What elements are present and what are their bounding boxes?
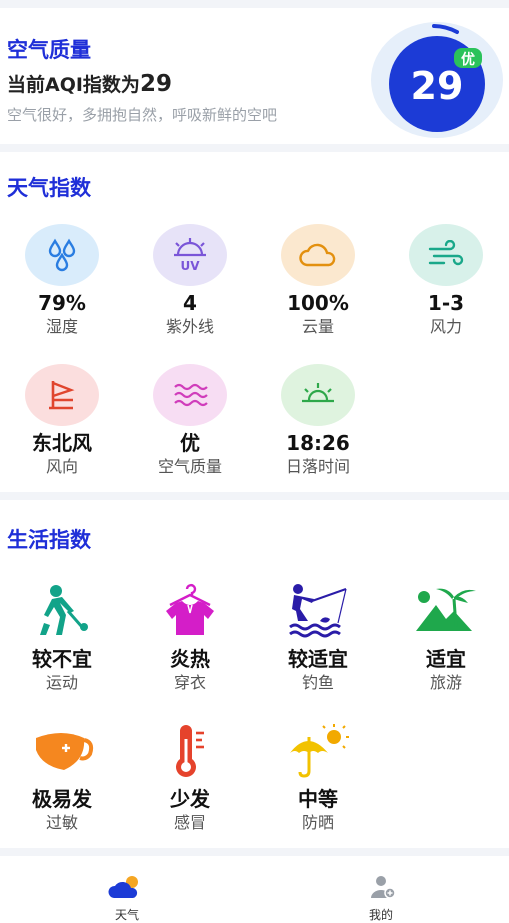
aqi-title: 空气质量 xyxy=(7,38,91,62)
bottom-tab-bar: 天气 我的 xyxy=(0,856,509,923)
wind-direction-value: 东北风 xyxy=(32,431,92,455)
svg-text:UV: UV xyxy=(180,259,200,273)
cloud-label: 云量 xyxy=(301,317,334,336)
dressing-value: 炎热 xyxy=(170,647,210,671)
app-page: 空气质量 当前AQI指数为29 空气很好，多拥抱自然，呼吸新鲜的空吧 29 优 … xyxy=(0,0,509,923)
sunset-icon xyxy=(281,364,355,426)
wind-label: 风力 xyxy=(429,317,462,336)
weather-item-uv[interactable]: UV 4 紫外线 xyxy=(126,224,254,338)
wind-icon xyxy=(409,224,483,286)
cloud-icon xyxy=(281,224,355,286)
sunset-value: 18:26 xyxy=(286,431,350,455)
weather-index-title: 天气指数 xyxy=(7,176,91,200)
weather-item-humidity[interactable]: 79% 湿度 xyxy=(0,224,126,338)
allergy-value: 极易发 xyxy=(32,787,92,811)
sports-value: 较不宜 xyxy=(32,647,92,671)
thermometer-icon xyxy=(153,720,227,782)
tab-weather[interactable]: 天气 xyxy=(0,856,254,923)
life-item-sunscreen[interactable]: 中等 防晒 xyxy=(254,720,382,834)
weather-item-cloud[interactable]: 100% 云量 xyxy=(254,224,382,338)
life-item-cold[interactable]: 少发 感冒 xyxy=(126,720,254,834)
cold-value: 少发 xyxy=(170,787,210,811)
aqi-ring-value: 29 xyxy=(411,64,464,108)
aqi-description: 空气很好，多拥抱自然，呼吸新鲜的空吧 xyxy=(7,106,278,124)
air-quality-value: 优 xyxy=(180,431,200,455)
cloud-value: 100% xyxy=(287,291,349,315)
tab-mine-label: 我的 xyxy=(368,908,393,922)
air-quality-label: 空气质量 xyxy=(157,457,222,476)
humidity-label: 湿度 xyxy=(45,317,78,336)
sunscreen-label: 防晒 xyxy=(301,813,334,832)
wind-direction-label: 风向 xyxy=(45,457,78,476)
fishing-value: 较适宜 xyxy=(288,647,348,671)
weather-item-wind[interactable]: 1-3 风力 xyxy=(382,224,509,338)
island-palm-icon xyxy=(409,580,483,642)
life-item-travel[interactable]: 适宜 旅游 xyxy=(382,580,509,694)
mask-icon xyxy=(25,720,99,782)
wind-value: 1-3 xyxy=(427,291,465,315)
weather-item-sunset[interactable]: 18:26 日落时间 xyxy=(254,364,382,478)
aqi-card[interactable]: 空气质量 当前AQI指数为29 空气很好，多拥抱自然，呼吸新鲜的空吧 29 优 xyxy=(0,8,509,144)
aqi-gauge: 29 优 xyxy=(371,22,503,138)
life-index-title: 生活指数 xyxy=(7,528,91,552)
cold-label: 感冒 xyxy=(173,813,206,832)
weather-item-air-quality[interactable]: 优 空气质量 xyxy=(126,364,254,478)
water-drops-icon xyxy=(25,224,99,286)
fishing-label: 钓鱼 xyxy=(301,673,334,692)
aqi-current-line: 当前AQI指数为29 xyxy=(7,70,172,97)
life-item-sports[interactable]: 较不宜 运动 xyxy=(0,580,126,694)
sunset-label: 日落时间 xyxy=(285,457,350,476)
life-item-fishing[interactable]: 较适宜 钓鱼 xyxy=(254,580,382,694)
weather-item-wind-direction[interactable]: 东北风 风向 xyxy=(0,364,126,478)
weather-index-card: 天气指数 79% 湿度 UV 4 紫外线 100% 云量 1-3 风力 东北风 … xyxy=(0,152,509,492)
sports-label: 运动 xyxy=(45,673,78,692)
aqi-value: 29 xyxy=(139,71,172,97)
aqi-badge-label: 优 xyxy=(461,51,475,68)
weather-cloud-icon xyxy=(108,876,138,898)
tab-mine[interactable]: 我的 xyxy=(254,856,508,923)
user-profile-icon xyxy=(371,876,396,899)
travel-label: 旅游 xyxy=(429,673,462,692)
sunscreen-value: 中等 xyxy=(298,787,338,811)
tab-weather-label: 天气 xyxy=(114,908,139,922)
uv-value: 4 xyxy=(183,291,197,315)
humidity-value: 79% xyxy=(38,291,86,315)
tshirt-hanger-icon xyxy=(153,580,227,642)
allergy-label: 过敏 xyxy=(45,813,78,832)
life-index-card: 生活指数 较不宜 运动 炎热 穿衣 较适宜 钓鱼 适宜 旅游 极易发 过敏 少发… xyxy=(0,500,509,848)
umbrella-sun-icon xyxy=(281,720,355,782)
waves-icon xyxy=(153,364,227,426)
travel-value: 适宜 xyxy=(426,647,466,671)
aqi-prefix: 当前AQI指数为 xyxy=(7,74,140,96)
uv-label: 紫外线 xyxy=(165,317,214,336)
fishing-icon xyxy=(281,580,355,642)
uv-sun-icon: UV xyxy=(153,224,227,286)
dressing-label: 穿衣 xyxy=(173,673,206,692)
golf-player-icon xyxy=(25,580,99,642)
life-item-allergy[interactable]: 极易发 过敏 xyxy=(0,720,126,834)
life-item-dressing[interactable]: 炎热 穿衣 xyxy=(126,580,254,694)
wind-flag-icon xyxy=(25,364,99,426)
